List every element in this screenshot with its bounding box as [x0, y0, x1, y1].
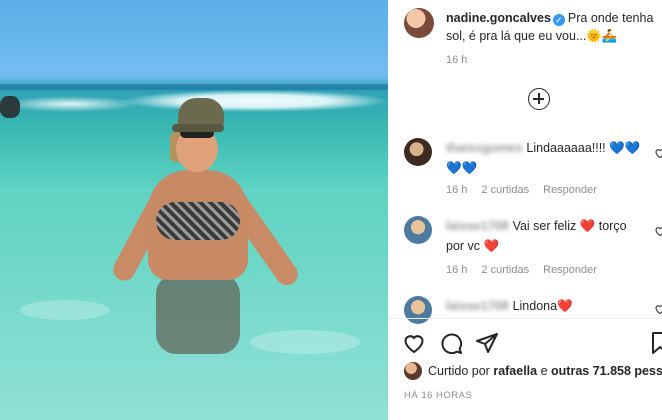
author-avatar[interactable]: [404, 8, 434, 38]
post-time: 16 h: [446, 54, 468, 66]
comment-meta: 16 h 2 curtidas Responder: [446, 264, 611, 276]
commenter-avatar[interactable]: [404, 216, 432, 244]
bookmark-icon[interactable]: [648, 331, 662, 357]
post-caption: nadine.goncalves ✓ Pra onde tenha sol, é p…: [446, 9, 658, 45]
likes-summary: Curtido por rafaella e outras 71.858 pes…: [404, 362, 662, 382]
comment-time: 16 h: [446, 264, 468, 276]
comment-body: laisse1708 Lindona❤️: [446, 296, 646, 316]
likes-prefix: Curtido por: [428, 364, 490, 378]
comment-body: laisse1708 Vai ser feliz ❤️ torço por vc …: [446, 216, 646, 256]
comment-like-heart-icon[interactable]: [654, 302, 662, 315]
comment-icon[interactable]: [439, 331, 463, 357]
rock: [0, 96, 20, 118]
heart-icon[interactable]: [402, 331, 426, 357]
reply-button[interactable]: Responder: [543, 264, 597, 276]
send-icon[interactable]: [475, 331, 499, 357]
reply-button[interactable]: Responder: [543, 184, 597, 196]
post-photo[interactable]: [0, 0, 388, 420]
horizon: [0, 84, 388, 90]
comment-time: 16 h: [446, 184, 468, 196]
comment-like-heart-icon[interactable]: [654, 146, 662, 159]
commenter-avatar[interactable]: [404, 138, 432, 166]
liker-avatar[interactable]: [404, 362, 422, 380]
divider: [388, 318, 662, 319]
commenter-username[interactable]: laisse1708: [446, 216, 509, 236]
verified-badge-icon: ✓: [552, 14, 565, 26]
woman-in-water: [60, 98, 330, 358]
post-sidebar: [388, 0, 662, 420]
post-timestamp[interactable]: HÁ 16 HORAS: [404, 390, 472, 401]
comment-likes[interactable]: 2 curtidas: [481, 264, 529, 276]
author-username[interactable]: nadine.goncalves: [446, 11, 551, 25]
comment-meta: 16 h 2 curtidas Responder: [446, 184, 611, 196]
likes-others[interactable]: outras 71.858 pesso: [551, 364, 662, 378]
commenter-avatar[interactable]: [404, 296, 432, 324]
likes-middle: e: [540, 364, 548, 378]
commenter-username[interactable]: laisse1708: [446, 296, 509, 316]
commenter-username[interactable]: thaissgomes: [446, 138, 522, 158]
plus-circle-icon[interactable]: [528, 88, 550, 110]
liker-username[interactable]: rafaella: [493, 364, 537, 378]
comment-like-heart-icon[interactable]: [654, 224, 662, 237]
comment-likes[interactable]: 2 curtidas: [481, 184, 529, 196]
comment-body: thaissgomes Lindaaaaaa!!!! 💙💙💙💙: [446, 138, 646, 178]
comment-text: Lindona❤️: [512, 299, 573, 313]
